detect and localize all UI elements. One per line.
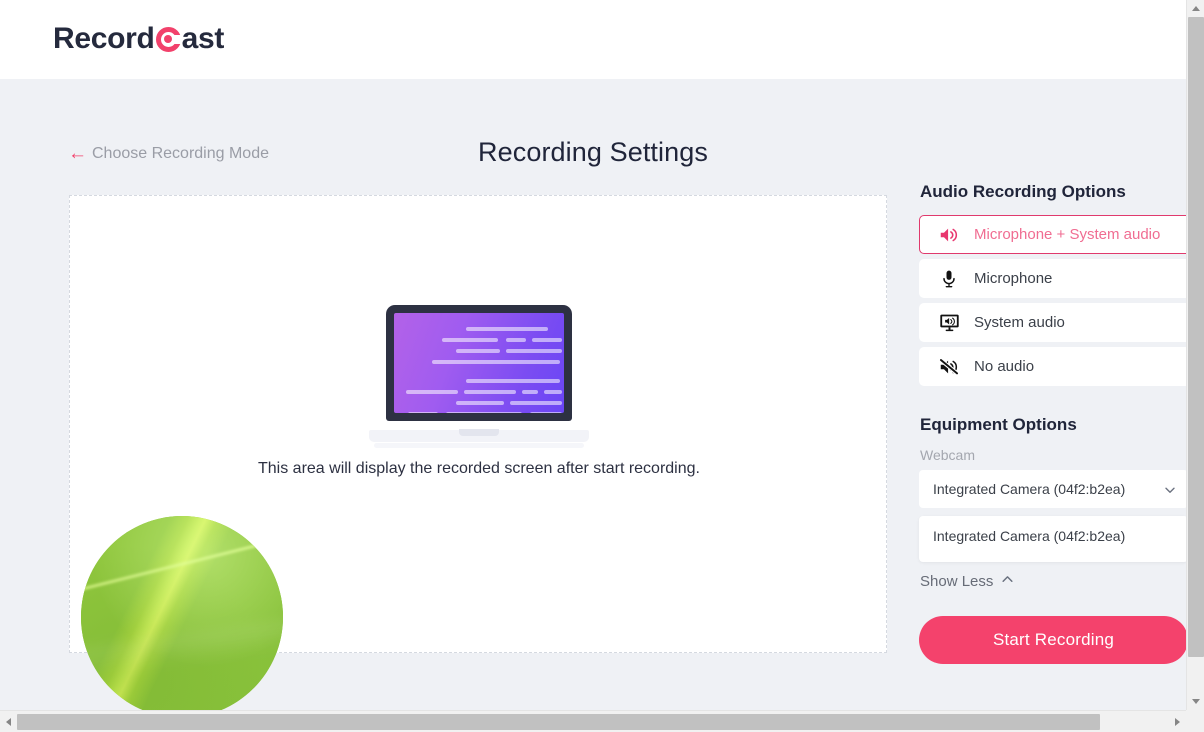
audio-option-label: Microphone xyxy=(974,270,1053,287)
app-root: Record ast ← Choose Recording Mode Recor… xyxy=(0,0,1204,732)
settings-panel: Audio Recording Options Microphone + Sys… xyxy=(919,182,1204,664)
speaker-on-icon xyxy=(938,224,960,246)
webcam-dropdown-option[interactable] xyxy=(919,556,1188,562)
preview-caption: This area will display the recorded scre… xyxy=(258,460,700,477)
logo-record-mark-icon xyxy=(155,26,182,52)
equipment-options-title: Equipment Options xyxy=(920,415,1077,434)
show-less-toggle[interactable]: Show Less xyxy=(920,573,1204,590)
scroll-down-arrow[interactable] xyxy=(1187,693,1204,710)
horizontal-scrollbar[interactable] xyxy=(0,710,1204,732)
webcam-dropdown-option[interactable]: Integrated Camera (04f2:b2ea) xyxy=(919,516,1188,556)
scrollbar-corner xyxy=(1186,710,1204,732)
page-title: Recording Settings xyxy=(478,137,708,167)
webcam-select-value: Integrated Camera (04f2:b2ea) xyxy=(933,481,1126,497)
recordcast-logo[interactable]: Record ast xyxy=(53,22,224,56)
speaker-muted-icon xyxy=(938,356,960,378)
audio-option-no-audio[interactable]: No audio xyxy=(919,347,1200,386)
logo-text-after: ast xyxy=(181,22,225,55)
horizontal-scrollbar-thumb[interactable] xyxy=(17,714,1100,730)
laptop-screen-graphic xyxy=(394,313,564,413)
show-less-label: Show Less xyxy=(920,573,994,590)
webcam-circle-preview xyxy=(81,516,283,718)
recording-preview-area: This area will display the recorded scre… xyxy=(69,195,887,718)
vertical-scrollbar[interactable] xyxy=(1186,0,1204,710)
audio-option-label: System audio xyxy=(974,314,1065,331)
site-header: Record ast xyxy=(0,0,1186,79)
webcam-select[interactable]: Integrated Camera (04f2:b2ea) xyxy=(919,470,1188,508)
audio-option-label: Microphone + System audio xyxy=(974,226,1161,243)
vertical-scrollbar-thumb[interactable] xyxy=(1188,17,1204,657)
audio-option-system-audio[interactable]: System audio xyxy=(919,303,1200,342)
start-recording-button[interactable]: Start Recording xyxy=(919,616,1188,664)
monitor-speaker-icon xyxy=(938,312,960,334)
audio-option-microphone-system[interactable]: Microphone + System audio xyxy=(919,215,1200,254)
chevron-down-icon xyxy=(1164,483,1176,495)
chevron-up-icon xyxy=(1001,573,1014,590)
audio-option-microphone[interactable]: Microphone xyxy=(919,259,1200,298)
audio-options-list: Microphone + System audio Microphone Sys… xyxy=(919,215,1204,386)
microphone-icon xyxy=(938,268,960,290)
audio-options-title: Audio Recording Options xyxy=(920,182,1126,201)
scroll-up-arrow[interactable] xyxy=(1187,0,1204,17)
scroll-left-arrow[interactable] xyxy=(0,711,17,732)
page-body: ← Choose Recording Mode Recording Settin… xyxy=(0,79,1200,718)
scroll-right-arrow[interactable] xyxy=(1169,711,1186,732)
webcam-label: Webcam xyxy=(920,447,975,463)
webcam-dropdown-list[interactable]: Integrated Camera (04f2:b2ea) xyxy=(919,516,1188,562)
audio-option-label: No audio xyxy=(974,358,1035,375)
laptop-illustration xyxy=(369,305,589,448)
logo-text-before: Record xyxy=(53,22,155,55)
